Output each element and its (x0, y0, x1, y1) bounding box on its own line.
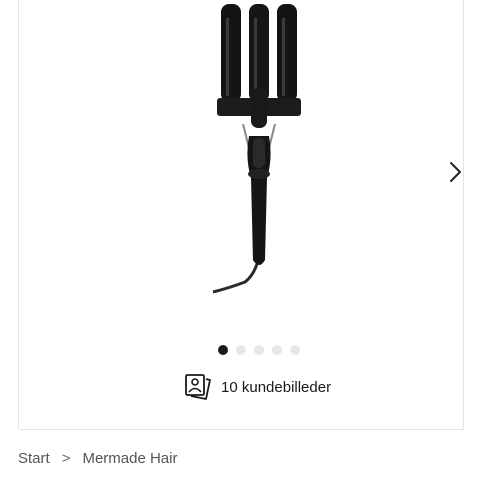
slide-indicator (218, 345, 300, 355)
next-slide-arrow-icon[interactable] (443, 158, 467, 186)
customer-photos-label: 10 kundebilleder (221, 378, 332, 396)
product-image[interactable] (209, 0, 309, 298)
slide-dot-4[interactable] (272, 345, 282, 355)
breadcrumb-separator: > (61, 450, 71, 467)
breadcrumb: Start > Mermade Hair (18, 450, 177, 467)
slide-dot-5[interactable] (290, 345, 300, 355)
slide-dot-1[interactable] (218, 345, 228, 355)
breadcrumb-start-link[interactable]: Start (18, 450, 50, 467)
slide-dot-3[interactable] (254, 345, 264, 355)
customer-photos-link[interactable]: 10 kundebilleder (183, 372, 331, 402)
breadcrumb-brand-link[interactable]: Mermade Hair (82, 450, 177, 467)
customer-photos-icon (185, 374, 211, 400)
product-gallery: 10 kundebilleder (18, 0, 464, 430)
slide-dot-2[interactable] (236, 345, 246, 355)
